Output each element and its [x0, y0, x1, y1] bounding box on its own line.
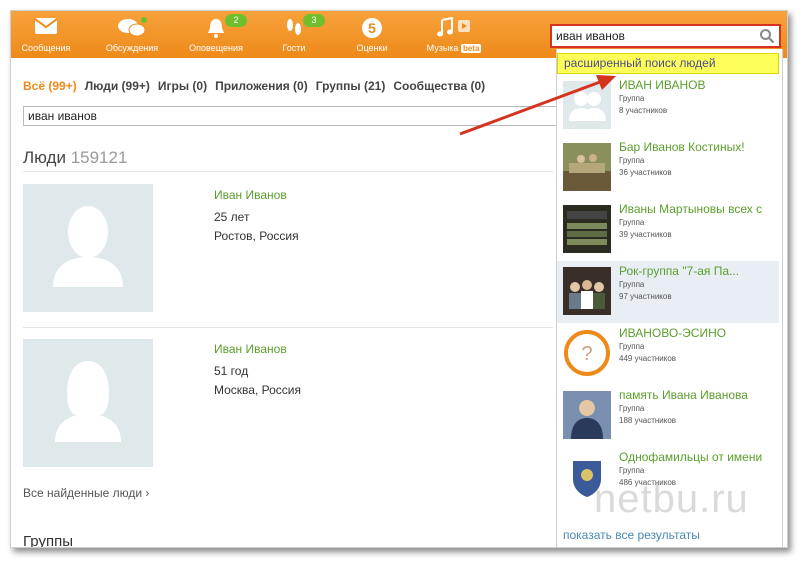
filter-apps[interactable]: Приложения (0): [215, 79, 308, 93]
people-title: Люди: [23, 148, 66, 167]
male-silhouette-icon: [53, 206, 123, 287]
person-age: 51 год: [214, 364, 249, 378]
group-placeholder-icon: [563, 81, 611, 129]
group-name: Рок-группа "7-ая Па...: [619, 264, 740, 278]
nav-music[interactable]: Музыка beta: [419, 13, 489, 57]
nav-messages-label: Сообщения: [21, 43, 71, 53]
filter-people[interactable]: Люди (99+): [85, 79, 150, 93]
person-info: 25 лет Ростов, Россия: [214, 208, 299, 246]
group-name: память Ивана Иванова: [619, 388, 748, 402]
person-location: Москва, Россия: [214, 383, 301, 397]
person-name[interactable]: Иван Иванов: [214, 342, 287, 356]
group-suggestion[interactable]: ? ИВАНОВО-ЭСИНО Группа 449 участников: [557, 323, 779, 385]
group-suggestion[interactable]: память Ивана Иванова Группа 188 участник…: [557, 385, 779, 447]
group-type: Группа: [619, 280, 645, 289]
group-members: 449 участников: [619, 354, 677, 363]
group-photo: [563, 267, 611, 315]
group-type: Группа: [619, 404, 645, 413]
nav-discussions-label: Обсуждения: [105, 43, 159, 53]
person-location: Ростов, Россия: [214, 229, 299, 243]
envelope-icon: [34, 18, 58, 34]
groups-section-title: Группы: [23, 533, 73, 548]
filter-groups[interactable]: Группы (21): [316, 79, 386, 93]
nav-notifications[interactable]: 2 Оповещения: [181, 13, 251, 57]
group-suggestion-highlighted[interactable]: Рок-группа "7-ая Па... Группа 97 участни…: [557, 261, 779, 323]
all-people-link[interactable]: Все найденные люди ›: [23, 486, 149, 500]
person-info: 51 год Москва, Россия: [214, 362, 301, 400]
filter-all[interactable]: Всё (99+): [23, 79, 77, 93]
group-name: Однофамильцы от имени: [619, 450, 763, 464]
query-field[interactable]: иван иванов: [23, 106, 563, 126]
bell-icon: [208, 19, 224, 38]
group-type: Группа: [619, 218, 645, 227]
five-rating-icon: 5: [362, 18, 382, 38]
group-suggestion[interactable]: ИВАН ИВАНОВ Группа 8 участников: [557, 75, 779, 137]
nav-guests-label: Гости: [282, 43, 306, 53]
people-count: 159121: [70, 148, 128, 167]
beta-badge: beta: [460, 44, 482, 53]
advanced-search-link[interactable]: расширенный поиск людей: [557, 53, 779, 74]
search-icon[interactable]: [759, 28, 775, 44]
group-members: 39 участников: [619, 230, 672, 239]
group-type: Группа: [619, 94, 645, 103]
top-search-input[interactable]: [556, 28, 756, 44]
svg-text:?: ?: [581, 343, 592, 365]
guests-badge: 3: [303, 14, 325, 27]
people-section-title: Люди 159121: [23, 148, 127, 168]
group-suggestion[interactable]: Иваны Мартыновы всех с Группа 39 участни…: [557, 199, 779, 261]
divider: [23, 171, 553, 172]
avatar-male[interactable]: [23, 184, 153, 312]
group-type: Группа: [619, 466, 645, 475]
footprints-icon: [287, 19, 301, 35]
group-suggestion[interactable]: Бар Иванов Костиных! Группа 36 участнико…: [557, 137, 779, 199]
group-members: 8 участников: [619, 106, 668, 115]
watermark: netbu.ru: [594, 477, 749, 521]
chat-bubbles-icon: [118, 17, 147, 37]
divider: [23, 327, 553, 328]
group-members: 97 участников: [619, 292, 672, 301]
app-window: Сообщения Обсуждения 2 Оповещения 3 Гост…: [10, 10, 788, 548]
female-silhouette-icon: [55, 361, 121, 442]
group-members: 188 участников: [619, 416, 677, 425]
group-logo: ?: [563, 329, 611, 377]
group-photo: [563, 143, 611, 191]
group-name: ИВАНОВО-ЭСИНО: [619, 326, 727, 340]
nav-ratings[interactable]: 5 Оценки: [337, 13, 407, 57]
svg-text:5: 5: [368, 20, 376, 36]
group-name: Иваны Мартыновы всех с: [619, 202, 763, 216]
group-type: Группа: [619, 342, 645, 351]
avatar-female[interactable]: [23, 339, 153, 467]
top-search-box: [550, 24, 781, 48]
nav-discussions[interactable]: Обсуждения: [97, 13, 167, 57]
music-note-icon: [437, 16, 470, 37]
person-name[interactable]: Иван Иванов: [214, 188, 287, 202]
filter-communities[interactable]: Сообщества (0): [393, 79, 485, 93]
person-age: 25 лет: [214, 210, 250, 224]
nav-music-label: Музыка: [426, 43, 459, 53]
group-members: 36 участников: [619, 168, 672, 177]
show-all-results-link[interactable]: показать все результаты: [563, 528, 700, 542]
group-photo: [563, 205, 611, 253]
filter-games[interactable]: Игры (0): [158, 79, 207, 93]
group-photo: [563, 391, 611, 439]
result-filters: Всё (99+) Люди (99+) Игры (0) Приложения (0…: [23, 79, 493, 93]
group-name: ИВАН ИВАНОВ: [619, 78, 706, 92]
notifications-badge: 2: [225, 14, 247, 27]
nav-notifications-label: Оповещения: [189, 43, 243, 53]
group-name: Бар Иванов Костиных!: [619, 140, 745, 154]
nav-messages[interactable]: Сообщения: [11, 13, 81, 57]
nav-ratings-label: Оценки: [356, 43, 388, 53]
group-type: Группа: [619, 156, 645, 165]
nav-guests[interactable]: 3 Гости: [259, 13, 329, 57]
